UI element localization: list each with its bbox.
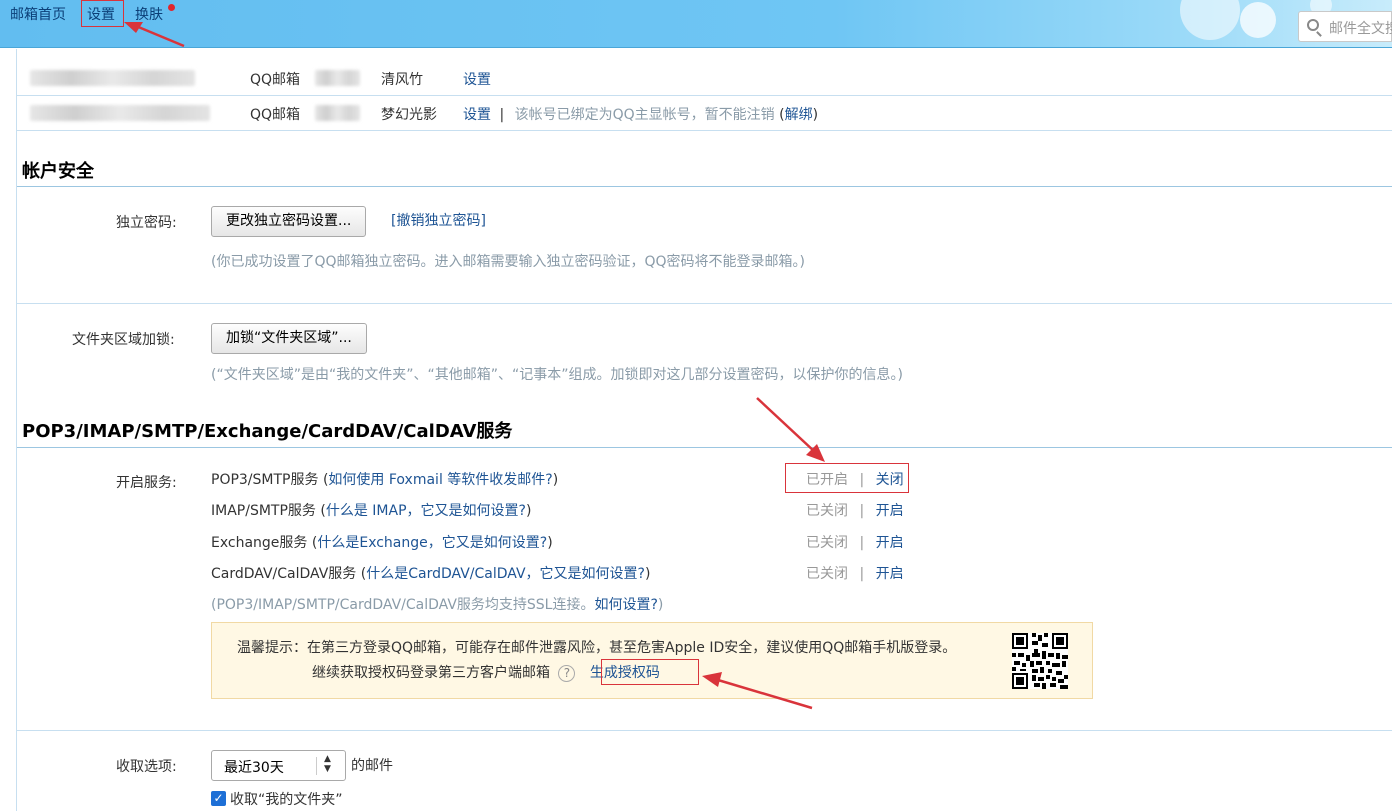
decor-bubble — [1240, 2, 1276, 38]
service-toggle-link[interactable]: 开启 — [876, 566, 904, 582]
divider — [17, 730, 1392, 731]
service-name: POP3/SMTP服务 — [211, 472, 319, 488]
section-divider — [17, 447, 1392, 448]
paren: ) — [644, 566, 651, 582]
paren: ) — [812, 107, 819, 123]
account-settings-link[interactable]: 设置 — [463, 69, 491, 89]
service-row-imap: IMAP/SMTP服务 (什么是 IMAP，它又是如何设置?) — [211, 500, 531, 520]
section-title-services: POP3/IMAP/SMTP/Exchange/CardDAV/CalDAV服务 — [22, 421, 513, 442]
annotation-box-generate — [601, 659, 699, 685]
paren: ) — [657, 597, 664, 613]
folder-lock-label: 文件夹区域加锁: — [72, 332, 175, 348]
section-title-security: 帐户安全 — [22, 161, 94, 182]
search-input[interactable]: 邮件全文搜 — [1298, 11, 1392, 42]
service-help-link[interactable]: 如何使用 Foxmail 等软件收发邮件? — [328, 472, 552, 488]
service-name: Exchange服务 — [211, 535, 308, 551]
service-status: 已关闭 — [806, 535, 848, 551]
service-help-link[interactable]: 什么是 IMAP，它又是如何设置? — [326, 503, 526, 519]
select-arrows-icon: ▲ ▼ — [324, 754, 331, 774]
frame-left-border — [16, 49, 17, 811]
ssl-help-link[interactable]: 如何设置? — [594, 597, 657, 613]
separator: | — [499, 107, 505, 123]
divider — [17, 303, 1392, 304]
service-row-pop3: POP3/SMTP服务 (如何使用 Foxmail 等软件收发邮件?) — [211, 469, 558, 489]
folder-lock-note: (“文件夹区域”是由“我的文件夹”、“其他邮箱”、“记事本”组成。加锁即对这几部… — [211, 367, 903, 383]
receive-suffix: 的邮件 — [351, 758, 393, 774]
search-icon — [1307, 19, 1319, 31]
account-type: QQ邮箱 — [250, 107, 301, 123]
annotation-box-settings — [81, 0, 124, 27]
separator: | — [859, 535, 865, 551]
service-name: IMAP/SMTP服务 — [211, 503, 316, 519]
divider — [17, 95, 1392, 96]
nav-mail-home[interactable]: 邮箱首页 — [10, 4, 66, 24]
service-status: 已关闭 — [806, 503, 848, 519]
account-bind-note: 该帐号已绑定为QQ主显帐号，暂不能注销 — [514, 107, 775, 123]
annotation-arrow — [756, 397, 816, 453]
separator: | — [859, 503, 865, 519]
blurred-account-email — [30, 105, 210, 121]
top-bar: 邮箱首页 设置 换肤 邮件全文搜 — [0, 0, 1392, 48]
service-row-exchange: Exchange服务 (什么是Exchange，它又是如何设置?) — [211, 532, 553, 552]
password-note: (你已成功设置了QQ邮箱独立密码。进入邮箱需要输入独立密码验证，QQ密码将不能登… — [211, 254, 805, 270]
account-nickname: 梦幻光影 — [381, 107, 437, 123]
section-divider — [17, 186, 1392, 187]
select-value: 最近30天 — [224, 760, 284, 776]
service-toggle-link[interactable]: 开启 — [876, 503, 904, 519]
notification-dot — [168, 4, 175, 11]
service-help-link[interactable]: 什么是Exchange，它又是如何设置? — [317, 535, 547, 551]
divider — [17, 130, 1392, 131]
receive-my-folders-label: 收取“我的文件夹” — [230, 792, 343, 808]
blurred-account-email — [30, 70, 195, 86]
paren: ) — [552, 472, 559, 488]
account-nickname: 清风竹 — [381, 72, 423, 88]
account-type: QQ邮箱 — [250, 72, 301, 88]
unbind-link[interactable]: 解绑 — [785, 107, 813, 123]
receive-my-folders-checkbox[interactable]: ✓ — [211, 791, 226, 806]
nav-skin[interactable]: 换肤 — [135, 4, 163, 24]
tip-line-1: 温馨提示：在第三方登录QQ邮箱，可能存在邮件泄露风险，甚至危害Apple ID安… — [237, 640, 957, 656]
service-row-carddav: CardDAV/CalDAV服务 (什么是CardDAV/CalDAV，它又是如… — [211, 563, 650, 583]
annotation-box-status — [785, 463, 909, 493]
receive-range-select[interactable]: 最近30天 ▲ ▼ — [211, 750, 346, 781]
password-label: 独立密码: — [116, 215, 177, 231]
receive-options-label: 收取选项: — [116, 759, 177, 775]
service-help-link[interactable]: 什么是CardDAV/CalDAV，它又是如何设置? — [366, 566, 645, 582]
decor-bubble — [1180, 0, 1240, 40]
blurred-account-id — [315, 105, 360, 121]
ssl-note-text: (POP3/IMAP/SMTP/CardDAV/CalDAV服务均支持SSL连接… — [211, 597, 595, 613]
ssl-note: (POP3/IMAP/SMTP/CardDAV/CalDAV服务均支持SSL连接… — [211, 594, 663, 614]
account-settings-link[interactable]: 设置 — [463, 107, 491, 123]
change-password-button[interactable]: 更改独立密码设置... — [211, 206, 367, 237]
select-divider — [316, 757, 317, 775]
tip-line-2: 继续获取授权码登录第三方客户端邮箱 — [312, 665, 550, 681]
service-toggle-link[interactable]: 开启 — [876, 535, 904, 551]
folder-lock-button[interactable]: 加锁“文件夹区域”... — [211, 323, 367, 354]
revoke-password-link[interactable]: [撤销独立密码] — [391, 210, 486, 230]
enable-service-label: 开启服务: — [116, 475, 177, 491]
search-placeholder: 邮件全文搜 — [1329, 21, 1392, 37]
paren: ) — [525, 503, 532, 519]
service-name: CardDAV/CalDAV服务 — [211, 566, 357, 582]
paren: ) — [547, 535, 553, 551]
help-icon[interactable]: ? — [558, 664, 576, 682]
qr-code-icon — [1012, 633, 1068, 689]
separator: | — [859, 566, 865, 582]
blurred-account-id — [315, 70, 360, 86]
service-status: 已关闭 — [806, 566, 848, 582]
